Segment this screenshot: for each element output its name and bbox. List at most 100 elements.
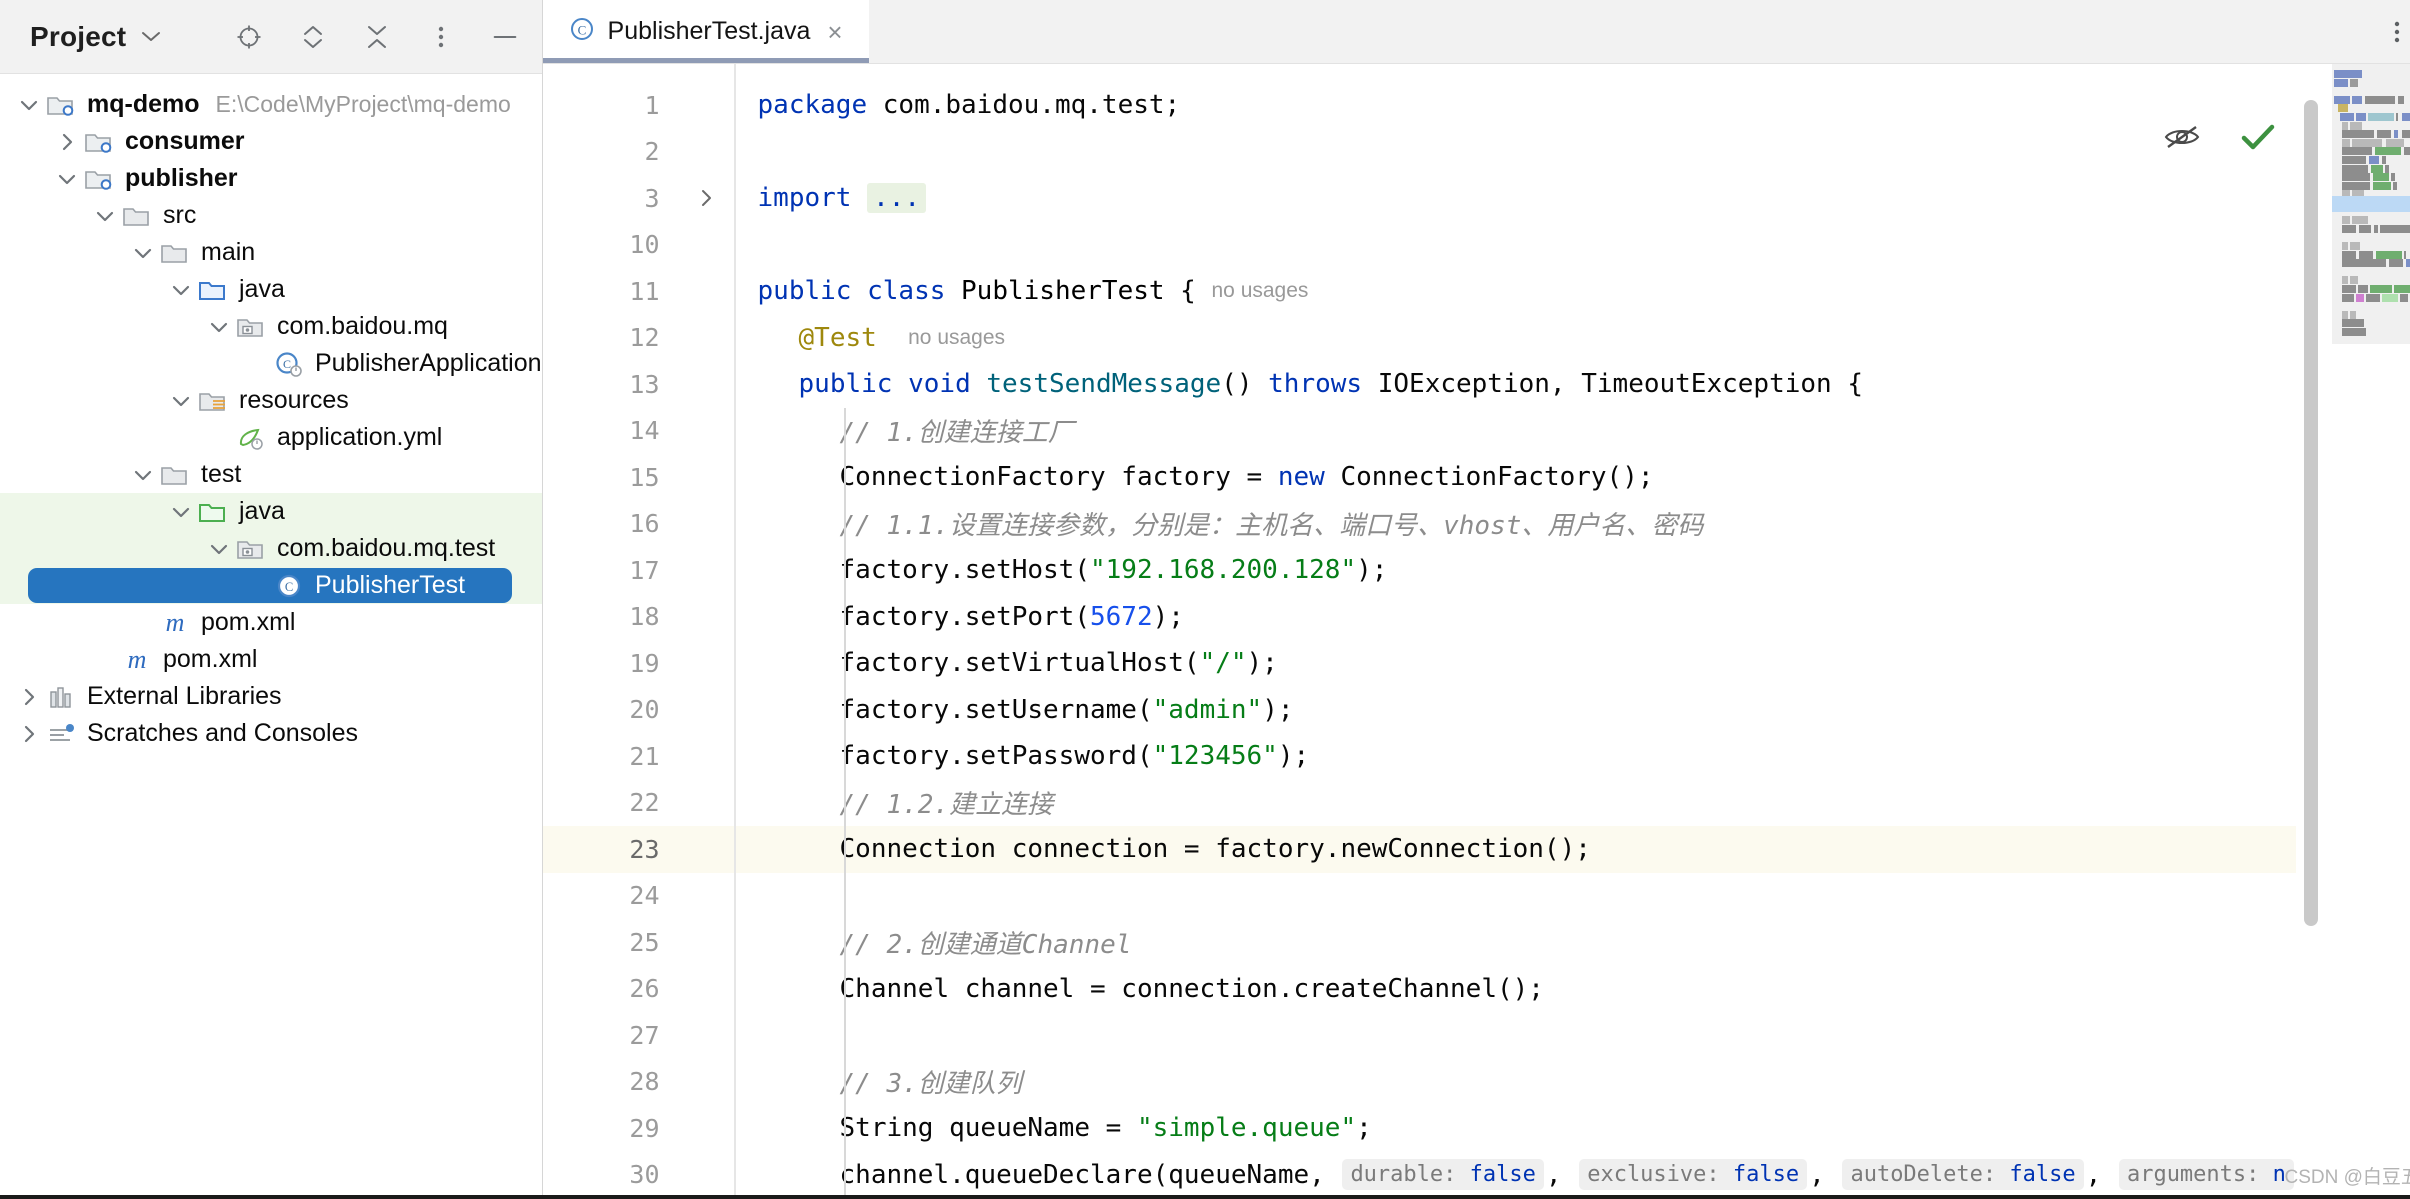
chevron-down-icon[interactable] — [128, 238, 158, 268]
line-number[interactable]: 21 — [543, 733, 678, 780]
code-line[interactable]: // 1.创建连接工厂 — [736, 408, 2296, 455]
line-number[interactable]: 11 — [543, 268, 711, 315]
code-line[interactable]: factory.setPassword("123456"); — [736, 733, 2296, 780]
tree-item-publisher[interactable]: publisher — [0, 160, 542, 197]
tree-item-application-yml[interactable]: application.yml — [0, 419, 542, 456]
line-number[interactable]: 17 — [543, 547, 678, 594]
code-line[interactable]: public class PublisherTest { no usages — [736, 268, 2296, 315]
more-options-icon[interactable] — [2382, 17, 2410, 47]
code-line[interactable]: factory.setVirtualHost("/"); — [736, 640, 2296, 687]
line-number[interactable]: 14 — [543, 408, 678, 455]
chevron-down-icon[interactable] — [166, 386, 196, 416]
line-number[interactable]: 20 — [543, 687, 678, 734]
code-line[interactable]: factory.setHost("192.168.200.128"); — [736, 547, 2296, 594]
expand-collapse-icon[interactable] — [298, 22, 328, 52]
tree-item-com-baidou-mq[interactable]: com.baidou.mq — [0, 308, 542, 345]
line-number[interactable]: 25 — [543, 919, 678, 966]
code-line[interactable]: Connection connection = factory.newConne… — [735, 826, 2296, 873]
tree-item-resources[interactable]: resources — [0, 382, 542, 419]
code-line[interactable]: // 1.2.建立连接 — [736, 780, 2296, 827]
line-number[interactable]: 3 — [543, 175, 678, 222]
code-line[interactable]: // 1.1.设置连接参数，分别是：主机名、端口号、vhost、用户名、密码 — [736, 501, 2296, 548]
code-line[interactable]: @Test no usages — [736, 315, 2296, 362]
line-number[interactable]: 1 — [543, 82, 678, 129]
line-number[interactable]: 16 — [543, 501, 678, 548]
code-minimap[interactable] — [2331, 64, 2410, 344]
chevron-down-icon[interactable] — [14, 90, 44, 120]
code-vision-usages[interactable]: no usages — [1212, 279, 1309, 303]
chevron-down-icon[interactable] — [90, 201, 120, 231]
chevron-down-icon[interactable] — [140, 27, 162, 47]
code-line[interactable]: ConnectionFactory factory = new Connecti… — [736, 454, 2296, 501]
tree-item-java[interactable]: java — [0, 493, 542, 530]
line-number[interactable]: 18 — [543, 594, 678, 641]
tab-publishertest-java[interactable]: C PublisherTest.java × — [542, 0, 869, 63]
line-number[interactable]: 2 — [543, 129, 678, 176]
line-number[interactable]: 12 — [543, 315, 678, 362]
line-number[interactable]: 27 — [543, 1012, 678, 1059]
code-line[interactable] — [736, 222, 2296, 269]
inspections-hidden-icon[interactable] — [2162, 122, 2202, 157]
line-number[interactable]: 29 — [543, 1105, 678, 1152]
tree-item-src[interactable]: src — [0, 197, 542, 234]
chevron-down-icon[interactable] — [52, 164, 82, 194]
chevron-right-icon[interactable] — [14, 682, 44, 712]
code-line[interactable]: // 2.创建通道Channel — [736, 919, 2296, 966]
tree-item-pom-xml[interactable]: m pom.xml — [0, 641, 542, 678]
close-icon[interactable]: × — [827, 19, 842, 45]
no-problems-check-icon[interactable] — [2240, 122, 2276, 157]
line-number[interactable]: 23 — [542, 826, 678, 873]
chevron-down-icon[interactable] — [166, 497, 196, 527]
chevron-down-icon[interactable] — [204, 312, 234, 342]
tree-item-publisherapplication[interactable]: C PublisherApplication — [0, 345, 542, 382]
line-number[interactable]: 24 — [543, 873, 678, 920]
line-number[interactable]: 30 — [543, 1152, 678, 1199]
line-number[interactable]: 10 — [543, 222, 678, 269]
tree-item-mq-demo[interactable]: mq-demo E:\Code\MyProject\mq-demo — [0, 86, 542, 123]
tree-item-pom-xml[interactable]: m pom.xml — [0, 604, 542, 641]
code-vision-usages[interactable]: no usages — [908, 326, 1005, 350]
hide-panel-icon[interactable] — [490, 22, 520, 52]
code-line[interactable]: Channel channel = connection.createChann… — [736, 966, 2296, 1013]
line-number[interactable]: 13 — [543, 361, 709, 408]
code-line[interactable]: factory.setUsername("admin"); — [736, 687, 2296, 734]
line-number[interactable]: 22 — [543, 780, 678, 827]
vertical-scrollbar[interactable] — [2303, 100, 2318, 926]
code-line[interactable]: channel.queueDeclare(queueName, durable:… — [736, 1152, 2296, 1199]
editor-fold-column[interactable] — [677, 64, 734, 1199]
code-line[interactable] — [736, 129, 2296, 176]
line-number[interactable]: 26 — [543, 966, 678, 1013]
tree-item-scratches-and-consoles[interactable]: Scratches and Consoles — [0, 715, 542, 752]
code-line[interactable]: factory.setPort(5672); — [736, 594, 2296, 641]
line-number[interactable]: 15 — [543, 454, 678, 501]
code-line[interactable] — [736, 873, 2296, 920]
code-line[interactable]: String queueName = "simple.queue"; — [736, 1105, 2296, 1152]
more-options-icon[interactable] — [426, 22, 456, 52]
line-number[interactable]: 28 — [543, 1059, 678, 1106]
chevron-right-icon[interactable] — [14, 719, 44, 749]
locate-icon[interactable] — [234, 22, 264, 52]
chevron-right-icon[interactable] — [52, 127, 82, 157]
collapse-all-icon[interactable] — [362, 22, 392, 52]
tree-item-main[interactable]: main — [0, 234, 542, 271]
project-tree[interactable]: mq-demo E:\Code\MyProject\mq-demo consume… — [0, 74, 542, 1199]
tree-item-consumer[interactable]: consumer — [0, 123, 542, 160]
tree-item-java[interactable]: java — [0, 271, 542, 308]
code-line[interactable]: // 3.创建队列 — [736, 1059, 2296, 1106]
tree-item-test[interactable]: test — [0, 456, 542, 493]
line-number[interactable]: 19 — [543, 640, 678, 687]
chevron-down-icon[interactable] — [204, 534, 234, 564]
chevron-down-icon[interactable] — [128, 460, 158, 490]
tree-item-external-libraries[interactable]: External Libraries — [0, 678, 542, 715]
editor-line-numbers[interactable]: 1 2 3 10 11 12 13 14 15 16 17 18 19 20 21 22 23 24 25 26 27 2… — [542, 64, 711, 1199]
code-line[interactable]: public void testSendMessage() throws IOE… — [736, 361, 2296, 408]
chevron-down-icon[interactable] — [166, 275, 196, 305]
code-line[interactable]: package com.baidou.mq.test; — [736, 82, 2296, 129]
tree-item-com-baidou-mq-test[interactable]: com.baidou.mq.test — [0, 530, 542, 567]
tab-label: PublisherTest.java — [607, 17, 811, 45]
code-content[interactable]: package com.baidou.mq.test; import ... pub… — [735, 64, 2296, 1199]
tree-item-publishertest[interactable]: C PublisherTest — [0, 567, 542, 604]
code-line[interactable] — [736, 1012, 2296, 1059]
code-line[interactable]: import ... — [736, 175, 2296, 222]
fold-chevron-right-icon[interactable] — [678, 175, 734, 222]
